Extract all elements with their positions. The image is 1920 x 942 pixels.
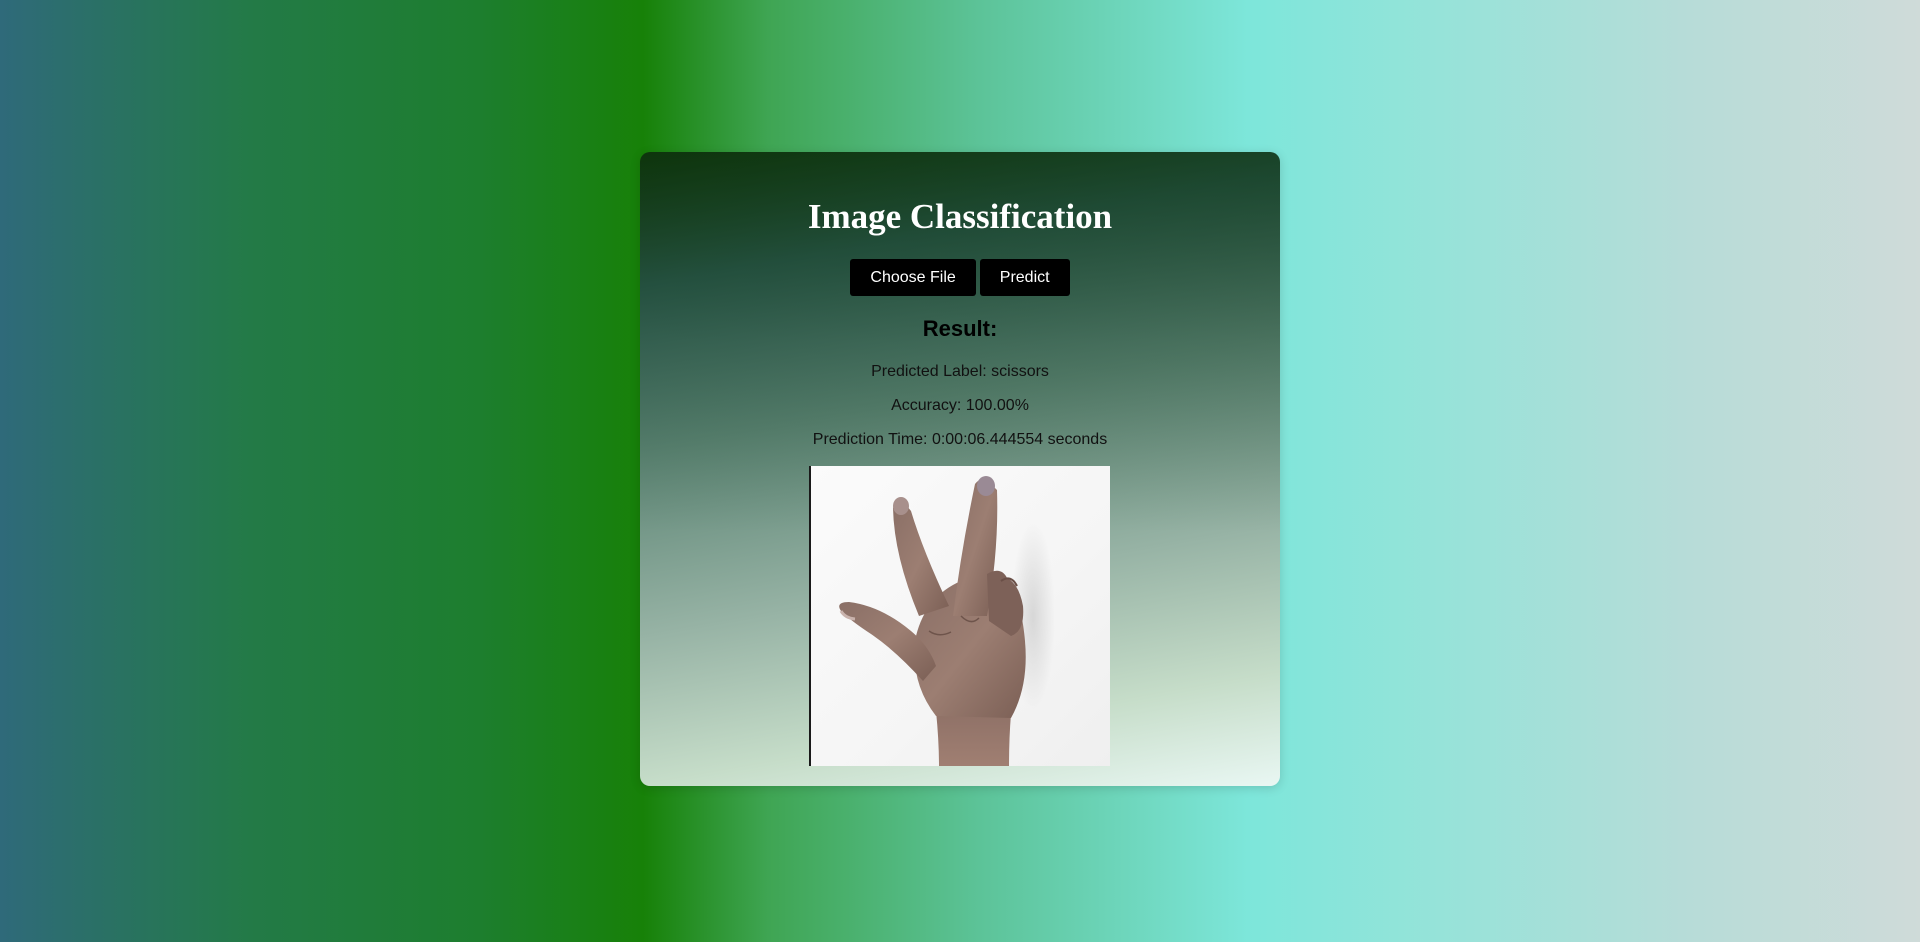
hand-scissors-icon [839,476,1055,766]
choose-file-button[interactable]: Choose File [850,259,976,296]
accuracy-text: Accuracy: 100.00% [891,397,1029,414]
result-heading: Result: [922,316,998,341]
uploaded-image-preview [809,466,1110,766]
predict-button[interactable]: Predict [979,259,1070,296]
classification-card: Image Classification Choose File Predict… [640,152,1280,786]
action-buttons: Choose File Predict [640,259,1280,296]
page-title: Image Classification [807,197,1113,236]
prediction-time-text: Prediction Time: 0:00:06.444554 seconds [812,431,1108,448]
predicted-label-text: Predicted Label: scissors [871,363,1049,380]
